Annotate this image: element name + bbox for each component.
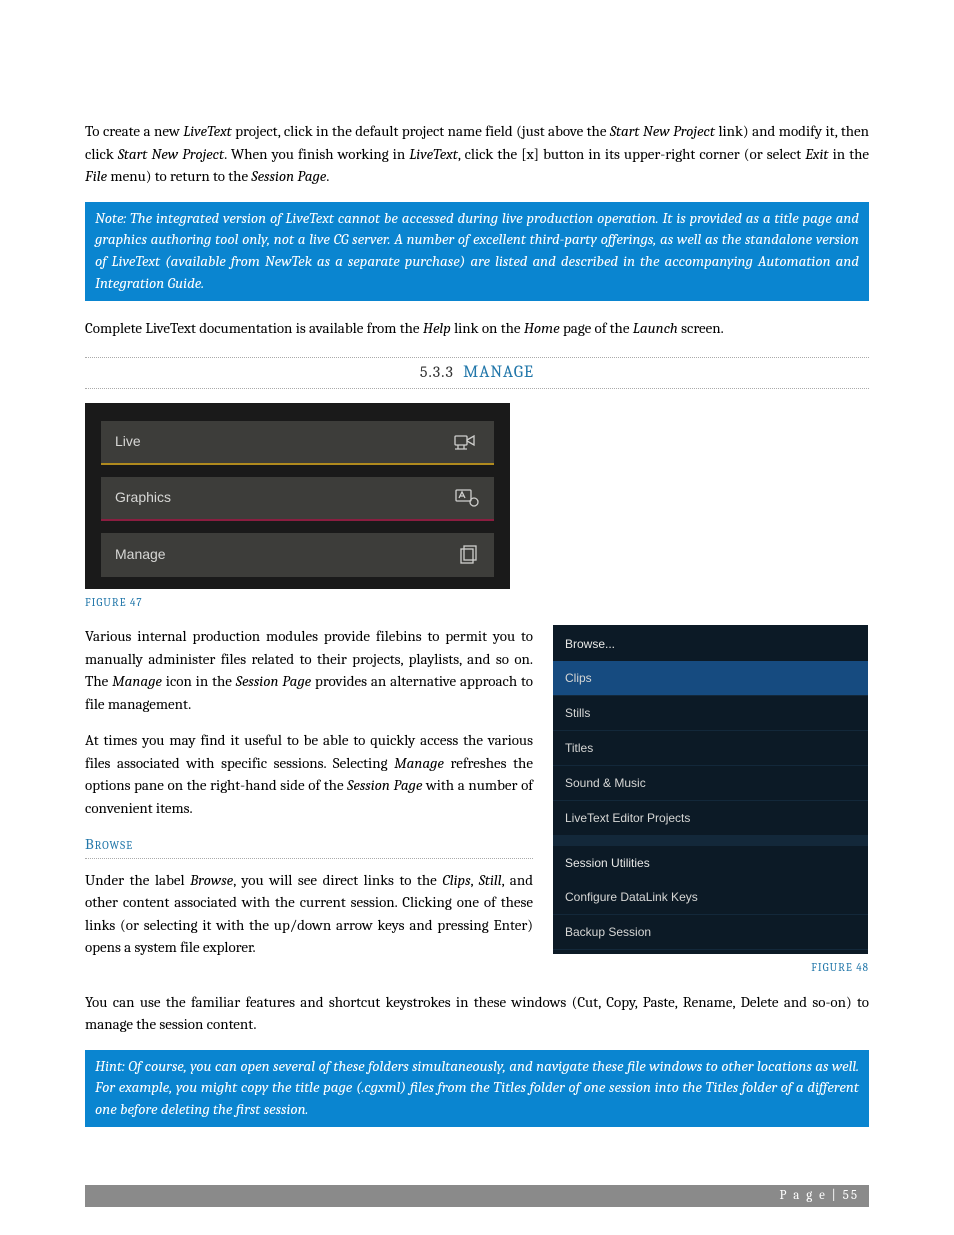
menu-item-label: Graphics	[115, 487, 171, 508]
browse-list-item[interactable]: Stills	[553, 696, 868, 731]
two-column-layout: Various internal production modules prov…	[85, 625, 869, 991]
browse-list-item[interactable]: Clips	[553, 661, 868, 696]
browse-list-item[interactable]: LiveText Editor Projects	[553, 801, 868, 836]
document-page: To create a new LiveText project, click …	[0, 0, 954, 1235]
left-column: Various internal production modules prov…	[85, 625, 533, 991]
page-number: P a g e | 55	[780, 1186, 860, 1206]
paragraph: To create a new LiveText project, click …	[85, 120, 869, 188]
panel-divider	[553, 836, 868, 846]
files-icon	[458, 544, 480, 566]
hint-box: Hint: Of course, you can open several of…	[85, 1050, 869, 1127]
paragraph: Various internal production modules prov…	[85, 625, 533, 715]
paragraph: You can use the familiar features and sh…	[85, 991, 869, 1036]
browse-list-item[interactable]: Sound & Music	[553, 766, 868, 801]
menu-item-label: Manage	[115, 544, 166, 565]
right-column: Browse... ClipsStillsTitlesSound & Music…	[553, 625, 869, 991]
paragraph: Complete LiveText documentation is avail…	[85, 317, 869, 340]
menu-item-live[interactable]: Live	[101, 421, 494, 465]
menu-item-manage[interactable]: Manage	[101, 533, 494, 577]
figure-caption: FIGURE 47	[85, 595, 869, 612]
page-footer: P a g e | 55	[85, 1185, 869, 1207]
session-utilities-header: Session Utilities	[553, 846, 868, 880]
menu-item-graphics[interactable]: Graphics	[101, 477, 494, 521]
figure-48: Browse... ClipsStillsTitlesSound & Music…	[553, 625, 868, 954]
paragraph: Under the label Browse, you will see dir…	[85, 869, 533, 959]
subheading-browse: Browse	[85, 833, 533, 859]
utility-list-item[interactable]: Configure DataLink Keys	[553, 880, 868, 915]
section-heading: 5.3.3 MANAGE	[85, 357, 869, 389]
browse-panel-header: Browse...	[553, 627, 868, 661]
section-number: 5.3.3	[420, 363, 454, 381]
graphics-icon	[454, 488, 480, 508]
figure-caption: FIGURE 48	[553, 960, 869, 977]
utility-list-item[interactable]: Backup Session	[553, 915, 868, 950]
camera-icon	[452, 432, 480, 452]
note-box: Note: The integrated version of LiveText…	[85, 202, 869, 301]
menu-item-label: Live	[115, 431, 141, 452]
paragraph: At times you may find it useful to be ab…	[85, 729, 533, 819]
browse-list-item[interactable]: Titles	[553, 731, 868, 766]
section-title: MANAGE	[463, 363, 534, 382]
figure-47: Live Graphics Manage	[85, 403, 510, 589]
